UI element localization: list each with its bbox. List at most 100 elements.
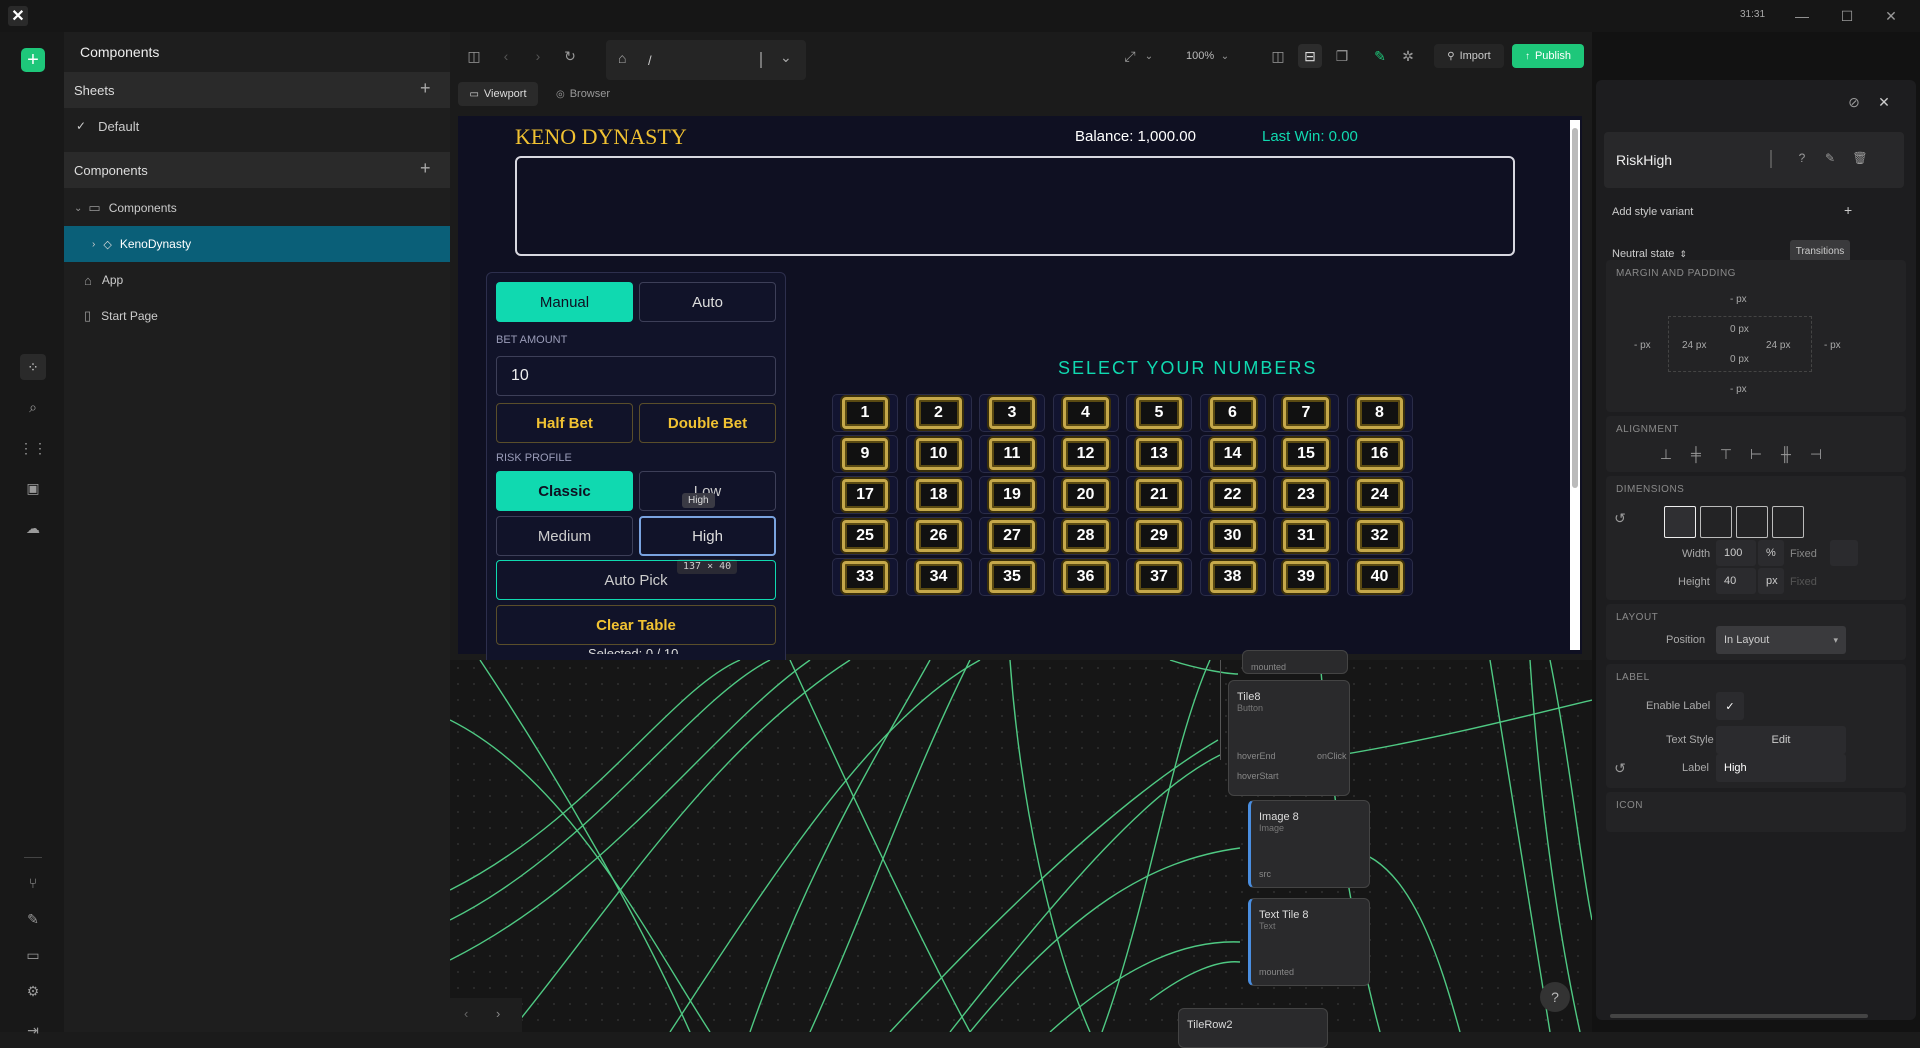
number-cell[interactable]: 19 <box>979 476 1045 514</box>
sheet-item-default[interactable]: ✓ Default <box>64 108 450 144</box>
number-cell[interactable]: 16 <box>1346 435 1413 473</box>
number-cell[interactable]: 10 <box>905 435 972 473</box>
number-cell[interactable]: 14 <box>1199 435 1266 473</box>
search-icon[interactable]: ⌕ <box>20 394 46 420</box>
image-icon[interactable]: ▣ <box>20 475 46 501</box>
risk-high-button[interactable]: High <box>639 516 776 556</box>
add-style-variant[interactable]: Add style variant <box>1612 206 1693 218</box>
node-graph[interactable]: mounted Tile8 Button hoverEnd hoverStart… <box>450 650 1592 1048</box>
chevron-right-icon[interactable]: › <box>496 1006 500 1021</box>
risk-classic-button[interactable]: Classic <box>496 471 633 511</box>
unpin-icon[interactable]: ⊘ <box>1842 90 1866 114</box>
number-cell[interactable]: 15 <box>1273 435 1339 473</box>
fit-screen-icon[interactable]: ⤢ <box>1118 44 1142 68</box>
label-input[interactable]: High <box>1716 754 1846 782</box>
padding-left[interactable]: 24 px <box>1682 340 1706 351</box>
node-mounted[interactable]: mounted <box>1242 650 1348 674</box>
half-bet-button[interactable]: Half Bet <box>496 403 633 443</box>
number-cell[interactable]: 40 <box>1346 558 1413 596</box>
number-cell[interactable]: 35 <box>979 558 1045 596</box>
number-cell[interactable]: 22 <box>1199 476 1266 514</box>
enable-label-checkbox[interactable]: ✓ <box>1716 692 1744 720</box>
bet-amount-input[interactable]: 10 <box>496 356 776 396</box>
padding-right[interactable]: 24 px <box>1766 340 1790 351</box>
number-cell[interactable]: 3 <box>979 394 1045 432</box>
tree-item-start-page[interactable]: ▯ Start Page <box>64 298 450 334</box>
number-cell[interactable]: 8 <box>1346 394 1413 432</box>
auto-pick-button[interactable]: Auto Pick <box>496 560 776 600</box>
number-cell[interactable]: 26 <box>905 517 972 555</box>
double-bet-button[interactable]: Double Bet <box>639 403 776 443</box>
number-cell[interactable]: 38 <box>1199 558 1266 596</box>
help-circle-icon[interactable]: ? <box>1792 148 1812 168</box>
number-cell[interactable]: 4 <box>1052 394 1119 432</box>
margin-bottom[interactable]: - px <box>1730 384 1747 395</box>
scrollbar-thumb[interactable] <box>1572 128 1578 488</box>
number-cell[interactable]: 29 <box>1126 517 1192 555</box>
zoom-level[interactable]: 100% <box>1186 50 1214 62</box>
position-select[interactable]: In Layout ▾ <box>1716 626 1846 654</box>
margin-top[interactable]: - px <box>1730 294 1747 305</box>
number-cell[interactable]: 25 <box>832 517 898 555</box>
height-input[interactable]: 40 <box>1716 568 1756 594</box>
forward-icon[interactable]: › <box>526 44 550 68</box>
tree-item-app[interactable]: ⌂ App <box>64 262 450 298</box>
width-unit[interactable]: % <box>1758 540 1784 566</box>
trash-icon[interactable]: 🗑 <box>1850 148 1870 168</box>
chevron-down-icon[interactable]: ⌄ <box>780 49 792 66</box>
minimize-icon[interactable]: — <box>1787 4 1817 28</box>
viewport-scrollbar[interactable] <box>1570 120 1580 650</box>
comment-icon[interactable]: ▭ <box>20 942 46 968</box>
number-cell[interactable]: 20 <box>1052 476 1119 514</box>
number-cell[interactable]: 2 <box>905 394 972 432</box>
cloud-icon[interactable]: ☁ <box>20 515 46 541</box>
number-cell[interactable]: 1 <box>832 394 898 432</box>
number-cell[interactable]: 5 <box>1126 394 1192 432</box>
reset-icon[interactable]: ↺ <box>1610 758 1630 778</box>
layers-icon[interactable]: ⋮⋮ <box>19 435 47 461</box>
help-button[interactable]: ? <box>1540 982 1570 1012</box>
node-tilerow2[interactable]: TileRow2 <box>1178 1008 1328 1048</box>
align-left-icon[interactable]: ⊢ <box>1746 444 1766 464</box>
size-fit-icon[interactable] <box>1664 506 1696 538</box>
add-button[interactable]: + <box>21 48 45 72</box>
number-cell[interactable]: 32 <box>1346 517 1413 555</box>
number-cell[interactable]: 24 <box>1346 476 1413 514</box>
add-sheet-icon[interactable]: + <box>420 78 431 99</box>
number-cell[interactable]: 30 <box>1199 517 1266 555</box>
number-cell[interactable]: 12 <box>1052 435 1119 473</box>
pen-icon[interactable]: ✎ <box>20 906 46 932</box>
gear-icon[interactable]: ⚙ <box>20 978 46 1004</box>
number-cell[interactable]: 11 <box>979 435 1045 473</box>
number-cell[interactable]: 34 <box>905 558 972 596</box>
clear-table-button[interactable]: Clear Table <box>496 605 776 645</box>
node-text-tile8[interactable]: Text Tile 8 Text mounted <box>1248 898 1370 986</box>
tab-viewport[interactable]: ▭ Viewport <box>458 82 538 106</box>
align-bottom-icon[interactable]: ⊥ <box>1656 444 1676 464</box>
tree-item-kenodynasty[interactable]: › ◇ KenoDynasty <box>64 226 450 262</box>
number-cell[interactable]: 21 <box>1126 476 1192 514</box>
margin-left[interactable]: - px <box>1634 340 1651 351</box>
components-icon[interactable]: ⁘ <box>20 354 46 380</box>
padding-top[interactable]: 0 px <box>1730 324 1749 335</box>
align-top-icon[interactable]: ⊤ <box>1716 444 1736 464</box>
align-center-icon[interactable]: ╫ <box>1776 444 1796 464</box>
reset-icon[interactable]: ↺ <box>1610 508 1630 528</box>
size-fill-width-icon[interactable] <box>1700 506 1732 538</box>
number-cell[interactable]: 23 <box>1273 476 1339 514</box>
width-fixed-input[interactable] <box>1830 540 1858 566</box>
logout-icon[interactable]: ⇥ <box>20 1017 46 1043</box>
number-cell[interactable]: 28 <box>1052 517 1119 555</box>
design-mode-icon[interactable]: ✎ <box>1368 44 1392 68</box>
number-cell[interactable]: 27 <box>979 517 1045 555</box>
number-cell[interactable]: 9 <box>832 435 898 473</box>
align-middle-icon[interactable]: ╪ <box>1686 444 1706 464</box>
reload-icon[interactable]: ↻ <box>558 44 582 68</box>
text-style-edit-button[interactable]: Edit <box>1716 726 1846 754</box>
publish-button[interactable]: ↑ Publish <box>1512 44 1584 68</box>
node-image8[interactable]: Image 8 Image src <box>1248 800 1370 888</box>
state-selector[interactable]: Neutral state ⇕ <box>1612 248 1687 260</box>
number-cell[interactable]: 18 <box>905 476 972 514</box>
chevron-left-icon[interactable]: ‹ <box>464 1006 468 1021</box>
padding-bottom[interactable]: 0 px <box>1730 354 1749 365</box>
